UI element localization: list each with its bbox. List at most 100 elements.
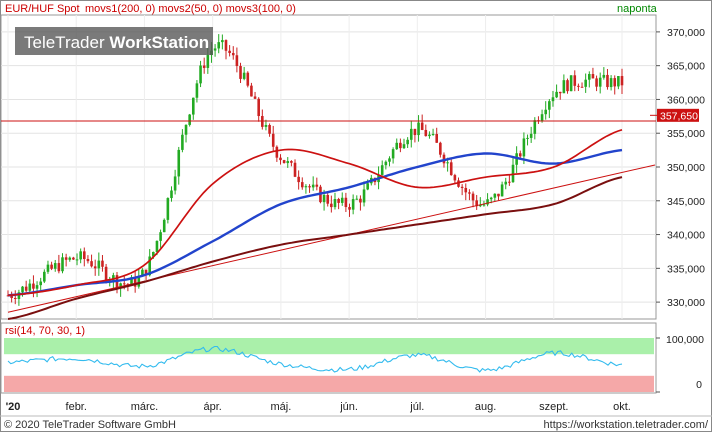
footer-url[interactable]: https://workstation.teletrader.com/ <box>544 419 709 431</box>
candle-body <box>617 76 620 87</box>
price-tick-label: 370,000 <box>667 27 705 39</box>
candle-body <box>213 48 217 51</box>
candle-body <box>97 260 101 269</box>
candle-body <box>344 197 348 208</box>
candle-body <box>577 85 580 87</box>
candle-body <box>595 78 598 87</box>
time-tick-label: aug. <box>475 401 496 413</box>
candle-body <box>602 74 606 78</box>
candle-body <box>551 97 555 102</box>
candle-body <box>206 55 210 68</box>
candle-body <box>569 75 573 92</box>
candle-body <box>439 142 442 155</box>
price-tick-label: 355,000 <box>667 128 705 140</box>
candle-body <box>497 193 500 197</box>
candle-body <box>366 183 369 190</box>
rsi-tick-label: 0 <box>696 379 702 391</box>
candle-body <box>409 128 413 140</box>
last-price-value: 357,650 <box>660 110 698 122</box>
candle-body <box>417 122 420 136</box>
price-tick-label: 360,000 <box>667 94 705 106</box>
candle-body <box>271 133 275 147</box>
candle-body <box>355 198 359 200</box>
time-tick-label: márc. <box>131 401 159 413</box>
candle-body <box>90 261 93 267</box>
candle-body <box>184 124 188 135</box>
candle-body <box>257 98 260 117</box>
candle-body <box>235 55 239 67</box>
candle-body <box>79 251 82 260</box>
candle-body <box>242 72 246 79</box>
candle-body <box>173 176 177 191</box>
candle-body <box>424 129 428 137</box>
candle-body <box>177 149 181 177</box>
candle-body <box>170 190 173 199</box>
candle-body <box>558 91 562 94</box>
candle-body <box>413 128 417 136</box>
time-tick-label: máj. <box>270 401 291 413</box>
candle-body <box>122 283 126 285</box>
candle-body <box>533 120 537 134</box>
candle-body <box>264 125 268 127</box>
rsi-pane[interactable]: rsi(14, 70, 30, 1) <box>0 322 657 394</box>
candle-body <box>24 286 28 291</box>
candle-body <box>250 85 253 97</box>
candle-body <box>322 195 326 203</box>
candle-body <box>13 298 17 300</box>
candle-body <box>246 72 250 86</box>
candle-body <box>53 263 57 269</box>
candle-body <box>39 281 42 286</box>
time-tick-label: okt. <box>613 401 631 413</box>
candle-body <box>337 198 340 203</box>
candle-body <box>588 74 591 80</box>
candle-body <box>228 50 231 54</box>
candle-body <box>21 286 24 293</box>
candle-body <box>195 83 199 98</box>
candle-body <box>500 184 504 197</box>
candle-body <box>598 77 602 87</box>
candle-body <box>380 165 384 175</box>
candle-body <box>548 101 551 110</box>
time-tick-label: júl. <box>409 401 424 413</box>
candle-body <box>202 65 206 68</box>
candle-body <box>50 264 53 269</box>
price-tick-label: 345,000 <box>667 196 705 208</box>
candle-body <box>340 197 344 203</box>
candle-body <box>591 74 595 79</box>
candle-body <box>293 162 297 177</box>
candle-body <box>348 207 351 210</box>
chart-window: EUR/HUF Spot movs1(200, 0) movs2(50, 0) … <box>0 0 712 432</box>
candle-body <box>351 199 355 210</box>
candle-body <box>362 189 366 203</box>
candle-body <box>104 266 108 281</box>
candle-body <box>61 257 64 272</box>
candle-body <box>162 219 166 233</box>
indicator-legend: movs1(200, 0) movs2(50, 0) movs3(100, 0) <box>85 3 296 15</box>
candle-body <box>562 80 566 94</box>
candle-body <box>446 162 449 164</box>
price-pane[interactable] <box>0 14 657 320</box>
candle-body <box>606 74 609 88</box>
candle-body <box>526 137 529 139</box>
time-tick-label: febr. <box>66 401 87 413</box>
candle-body <box>395 142 399 150</box>
price-tick-label: 365,000 <box>667 61 705 73</box>
candle-body <box>620 76 624 86</box>
svg-text:TeleTrader WorkStation: TeleTrader WorkStation <box>24 33 209 52</box>
candle-body <box>540 114 544 121</box>
candle-body <box>35 285 39 289</box>
candle-body <box>420 122 424 130</box>
watermark-bold: WorkStation <box>109 33 209 52</box>
candle-body <box>402 144 406 149</box>
candle-body <box>580 86 584 88</box>
candle-body <box>555 91 558 98</box>
candle-body <box>239 66 242 79</box>
candle-body <box>609 78 613 88</box>
candle-body <box>286 161 290 164</box>
candle-body <box>391 149 395 159</box>
price-tick-label: 330,000 <box>667 297 705 309</box>
price-tick-label: 350,000 <box>667 162 705 174</box>
overbought-band <box>4 338 654 355</box>
candle-body <box>330 203 333 208</box>
candle-body <box>155 240 159 252</box>
